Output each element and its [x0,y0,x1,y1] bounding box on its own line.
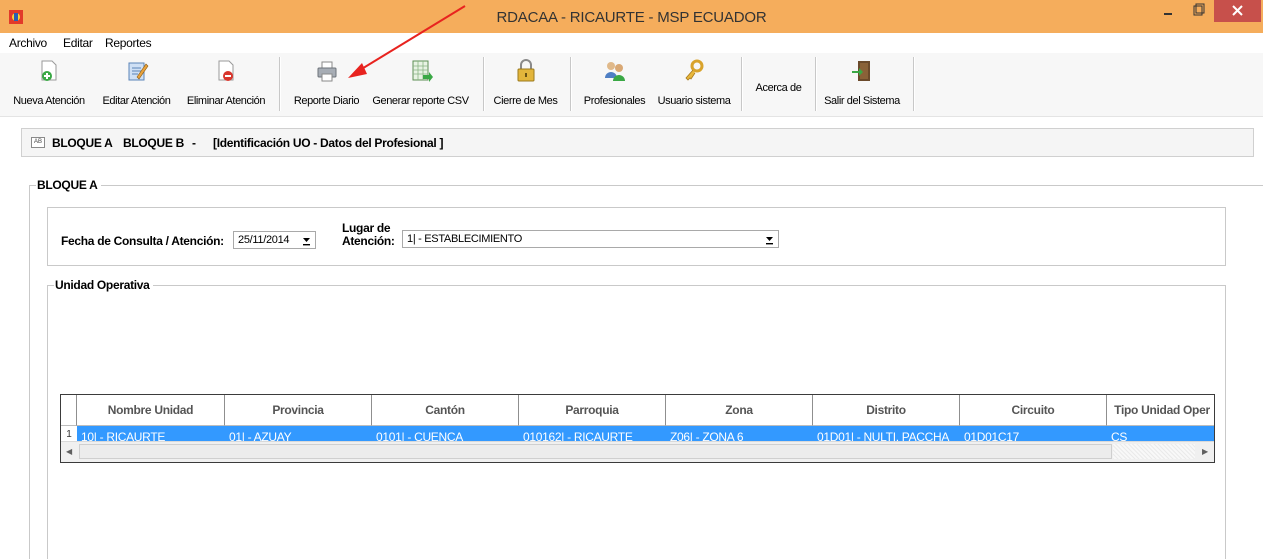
main-window: RDACAA - RICAURTE - MSP ECUADOR Archivo … [0,0,1263,559]
annotation-arrow-icon [348,5,466,78]
